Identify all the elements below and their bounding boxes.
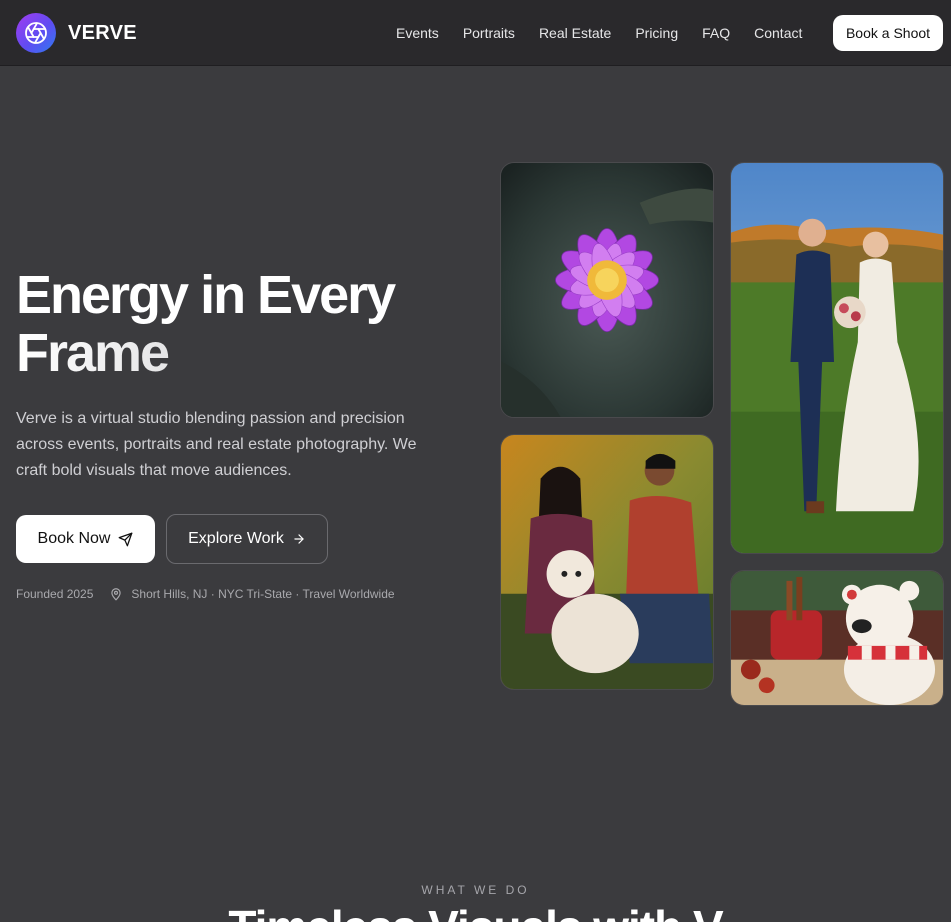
book-a-shoot-button[interactable]: Book a Shoot xyxy=(833,15,943,51)
nav-links: Events Portraits Real Estate Pricing FAQ… xyxy=(384,0,814,66)
section-title: Timeless Visuals with V xyxy=(0,900,951,922)
hero-title: Energy in Every Frame xyxy=(16,266,486,382)
nav-link-events[interactable]: Events xyxy=(384,25,451,41)
nav-link-real-estate[interactable]: Real Estate xyxy=(527,25,623,41)
hero-description: Verve is a virtual studio blending passi… xyxy=(16,410,417,479)
wedding-photo[interactable] xyxy=(730,162,944,554)
arrow-right-icon xyxy=(294,534,304,544)
explore-work-label: Explore Work xyxy=(188,530,284,547)
send-icon xyxy=(119,532,133,546)
lotus-photo[interactable] xyxy=(500,162,714,418)
hero-title-line2: Frame xyxy=(16,324,486,382)
hero-title-line1: Energy in Every xyxy=(16,265,396,325)
aperture-icon xyxy=(25,22,47,44)
explore-work-button[interactable]: Explore Work xyxy=(166,514,328,564)
logo[interactable] xyxy=(16,13,56,53)
founded-text: Founded 2025 xyxy=(16,587,94,601)
hero-meta: Founded 2025 Short Hills, NJ · NYC Tri-S… xyxy=(16,587,395,601)
location-text: Short Hills, NJ · NYC Tri-State · Travel… xyxy=(131,587,395,601)
family-photo[interactable] xyxy=(500,434,714,690)
brand-name[interactable]: VERVE xyxy=(68,22,137,45)
map-pin-icon xyxy=(109,587,123,601)
nav-link-portraits[interactable]: Portraits xyxy=(451,25,527,41)
nav-link-faq[interactable]: FAQ xyxy=(690,25,742,41)
nav-link-contact[interactable]: Contact xyxy=(742,25,814,41)
bear-photo[interactable] xyxy=(730,570,944,706)
top-nav: VERVE Events Portraits Real Estate Prici… xyxy=(0,0,951,66)
book-now-label: Book Now xyxy=(37,530,111,547)
book-now-button[interactable]: Book Now xyxy=(16,515,155,563)
nav-link-pricing[interactable]: Pricing xyxy=(623,25,690,41)
section-eyebrow: WHAT WE DO xyxy=(421,883,530,897)
